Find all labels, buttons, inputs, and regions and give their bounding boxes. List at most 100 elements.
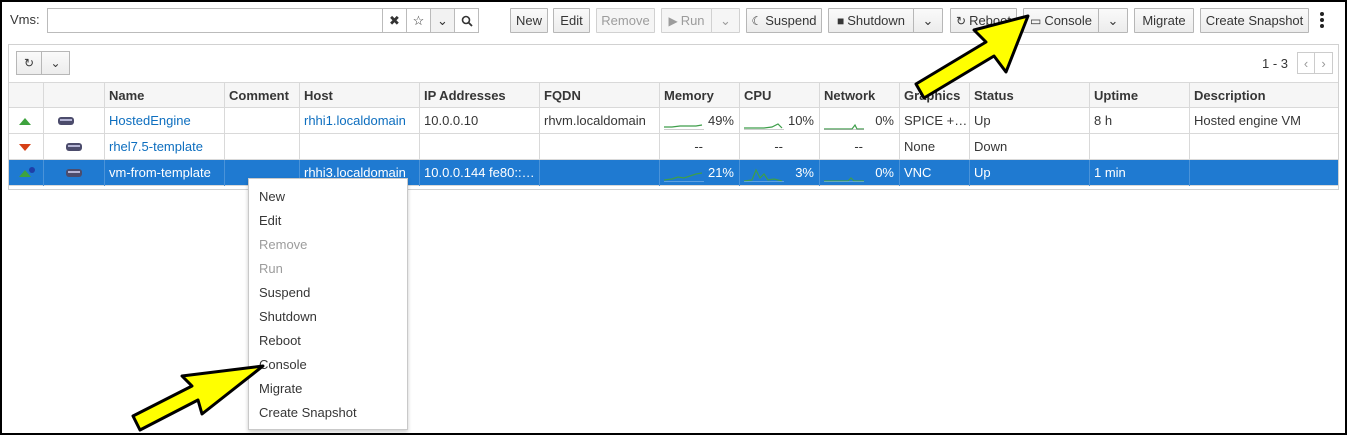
menu-item-reboot[interactable]: Reboot <box>249 329 407 353</box>
column-header-description[interactable]: Description <box>1190 83 1338 109</box>
type-icon-column-header <box>44 83 105 109</box>
shutdown-label: Shutdown <box>847 13 906 28</box>
menu-item-new[interactable]: New <box>249 185 407 209</box>
host-link[interactable] <box>300 134 420 160</box>
bookmark-star-icon[interactable]: ☆ <box>406 9 430 32</box>
type-cell: ♛ <box>44 108 105 134</box>
network-sparkline <box>824 177 864 182</box>
table-row[interactable]: rhel7.5-template -- -- -- None Down <box>9 134 1338 160</box>
network-value: 0% <box>875 165 894 180</box>
uptime-cell: 8 h <box>1090 108 1190 134</box>
memory-sparkline <box>664 172 704 182</box>
description-cell: Hosted engine VM <box>1194 113 1301 128</box>
table-header-row: Name Comment Host IP Addresses FQDN Memo… <box>9 82 1338 109</box>
ip-cell: 10.0.0.144 fe80::2... <box>420 160 540 186</box>
search-box: ✖ ☆ ⌄ <box>47 8 479 33</box>
network-value: 0% <box>875 113 894 128</box>
vm-name-link[interactable]: vm-from-template <box>105 160 225 186</box>
graphics-cell: VNC <box>900 160 970 186</box>
kebab-menu-icon[interactable] <box>1317 10 1327 30</box>
column-header-network[interactable]: Network <box>820 83 900 109</box>
memory-sparkline <box>664 124 704 130</box>
migrate-label: Migrate <box>1142 13 1186 28</box>
console-label: Console <box>1044 13 1093 28</box>
column-header-fqdn[interactable]: FQDN <box>540 83 660 109</box>
console-dropdown-button[interactable]: ⌄ <box>1098 8 1128 33</box>
create-snapshot-button[interactable]: Create Snapshot <box>1200 8 1309 33</box>
cpu-value: 10% <box>787 113 814 128</box>
column-header-cpu[interactable]: CPU <box>740 83 820 109</box>
column-header-uptime[interactable]: Uptime <box>1090 83 1190 109</box>
cpu-cell: -- <box>740 134 820 160</box>
new-label: New <box>515 13 542 28</box>
suspend-label: Suspend <box>765 13 817 28</box>
search-label: Vms: <box>10 12 40 27</box>
suspend-button[interactable]: ☾ Suspend <box>746 8 822 33</box>
menu-item-create-snapshot[interactable]: Create Snapshot <box>249 401 407 425</box>
column-header-comment[interactable]: Comment <box>225 83 300 109</box>
vm-name-link[interactable]: rhel7.5-template <box>105 134 225 160</box>
edit-button[interactable]: Edit <box>553 8 590 33</box>
status-cell <box>9 108 44 134</box>
search-input[interactable] <box>48 9 382 32</box>
chevron-down-icon: ⌄ <box>720 12 731 28</box>
refresh-button[interactable]: ↻ <box>16 51 42 75</box>
memory-cell: -- <box>660 134 740 160</box>
search-icon[interactable] <box>454 9 478 32</box>
fqdn-cell <box>540 160 660 186</box>
menu-item-remove[interactable]: Remove <box>249 233 407 257</box>
menu-item-edit[interactable]: Edit <box>249 209 407 233</box>
status-text-cell: Up <box>970 108 1090 134</box>
refresh-interval-dropdown[interactable]: ⌄ <box>42 51 70 75</box>
status-up-icon <box>19 118 31 125</box>
uptime-cell <box>1090 134 1190 160</box>
prev-page-icon[interactable]: ‹ <box>1297 52 1315 74</box>
shutdown-button[interactable]: ■ Shutdown <box>828 8 914 33</box>
menu-item-suspend[interactable]: Suspend <box>249 281 407 305</box>
cpu-cell: 10% <box>740 108 820 134</box>
host-link[interactable]: rhhi1.localdomain <box>300 108 420 134</box>
column-header-host[interactable]: Host <box>300 83 420 109</box>
description-cell <box>1190 134 1338 160</box>
column-header-memory[interactable]: Memory <box>660 83 740 109</box>
graphics-cell: SPICE + V... <box>900 108 970 134</box>
edit-label: Edit <box>560 13 583 28</box>
remove-button[interactable]: Remove <box>596 8 655 33</box>
fqdn-cell <box>540 134 660 160</box>
status-cell <box>9 160 44 186</box>
chevron-down-icon[interactable]: ⌄ <box>430 9 454 32</box>
next-page-icon[interactable]: › <box>1315 52 1333 74</box>
status-text-cell: Down <box>970 134 1090 160</box>
server-vm-icon <box>58 117 74 125</box>
cpu-value: -- <box>774 139 783 154</box>
status-cell <box>9 134 44 160</box>
comment-cell <box>225 108 300 134</box>
server-vm-icon <box>66 143 82 151</box>
new-button[interactable]: New <box>510 8 548 33</box>
memory-value: 49% <box>707 113 734 128</box>
refresh-group: ↻ ⌄ <box>16 51 70 75</box>
network-cell: 0% <box>820 108 900 134</box>
moon-icon: ☾ <box>751 13 763 28</box>
menu-item-run[interactable]: Run <box>249 257 407 281</box>
description-cell <box>1190 160 1338 186</box>
table-row-selected[interactable]: vm-from-template rhhi3.localdomain 10.0.… <box>9 160 1338 186</box>
annotation-arrow-icon <box>131 364 265 432</box>
column-header-ip-addresses[interactable]: IP Addresses <box>420 83 540 109</box>
run-button[interactable]: ▶ Run <box>661 8 712 33</box>
migrate-button[interactable]: Migrate <box>1134 8 1194 33</box>
clear-search-icon[interactable]: ✖ <box>382 9 406 32</box>
chevron-down-icon: ⌄ <box>50 56 61 70</box>
menu-item-console[interactable]: Console <box>249 353 407 377</box>
create-snapshot-label: Create Snapshot <box>1205 13 1304 28</box>
cpu-value: 3% <box>795 165 814 180</box>
comment-cell <box>225 134 300 160</box>
table-row[interactable]: ♛ HostedEngine rhhi1.localdomain 10.0.0.… <box>9 108 1338 134</box>
pagination-controls: ‹ › <box>1297 52 1333 74</box>
network-sparkline <box>824 123 864 130</box>
run-dropdown-button[interactable]: ⌄ <box>711 8 740 33</box>
vm-name-link[interactable]: HostedEngine <box>105 108 225 134</box>
menu-item-migrate[interactable]: Migrate <box>249 377 407 401</box>
menu-item-shutdown[interactable]: Shutdown <box>249 305 407 329</box>
column-header-name[interactable]: Name <box>105 83 225 109</box>
